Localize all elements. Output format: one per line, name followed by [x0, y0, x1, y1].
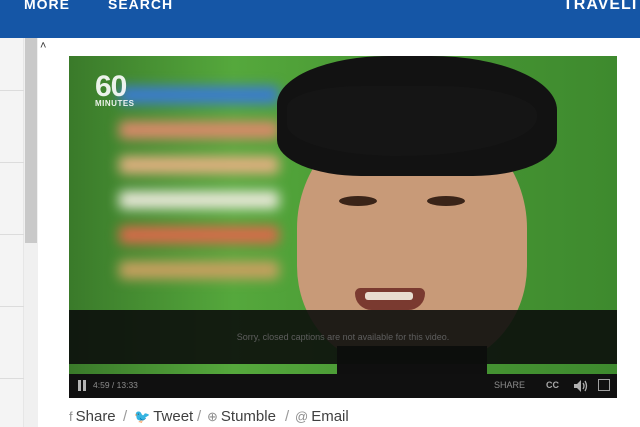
- volume-icon[interactable]: [573, 379, 589, 393]
- share-twitter-button[interactable]: 🐦 Tweet: [134, 408, 193, 425]
- rail-divider: [0, 378, 24, 379]
- caption-overlay: Sorry, closed captions are not available…: [69, 310, 617, 364]
- scrollbar-thumb[interactable]: [25, 38, 37, 243]
- nav-search-link[interactable]: SEARCH: [108, 0, 173, 12]
- video-frame[interactable]: 60 MINUTES Sorry, closed captions are no…: [69, 56, 617, 398]
- scroll-gutter: [38, 38, 52, 427]
- sixty-minutes-logo: 60 MINUTES: [95, 70, 149, 108]
- vertical-scrollbar[interactable]: [24, 38, 38, 427]
- tweet-label: Tweet: [153, 408, 194, 425]
- nav-brand-link[interactable]: TRAVELI: [563, 0, 637, 14]
- share-facebook-button[interactable]: f Share: [69, 408, 116, 425]
- share-separator: /: [197, 408, 202, 425]
- share-separator: /: [285, 408, 290, 425]
- email-label: Email: [311, 408, 349, 425]
- player-controls: 4:59 / 13:33 SHARE CC: [69, 374, 617, 398]
- rail-divider: [0, 234, 24, 235]
- rail-divider: [0, 162, 24, 163]
- logo-word: MINUTES: [95, 99, 135, 108]
- stumble-label: Stumble: [220, 408, 276, 425]
- rail-divider: [0, 90, 24, 91]
- twitter-icon: 🐦: [134, 409, 151, 424]
- rail-divider: [0, 306, 24, 307]
- pause-icon[interactable]: [78, 380, 86, 391]
- email-icon: @: [295, 409, 309, 424]
- share-email-button[interactable]: @ Email: [295, 408, 349, 425]
- top-navigation-bar: MORE SEARCH TRAVELI: [0, 0, 640, 38]
- closed-captions-button[interactable]: CC: [546, 380, 559, 390]
- time-display: 4:59 / 13:33: [93, 380, 138, 390]
- share-label: Share: [75, 408, 116, 425]
- scroll-up-arrow-icon[interactable]: ˄: [40, 40, 46, 52]
- video-player[interactable]: 60 MINUTES Sorry, closed captions are no…: [69, 56, 617, 398]
- share-separator: /: [123, 408, 128, 425]
- fullscreen-icon[interactable]: [598, 379, 610, 391]
- caption-message: Sorry, closed captions are not available…: [236, 332, 450, 342]
- stumbleupon-icon: ⊕: [207, 409, 218, 424]
- nav-more-link[interactable]: MORE: [24, 0, 70, 12]
- left-rail: [0, 38, 24, 427]
- player-share-button[interactable]: SHARE: [494, 380, 525, 390]
- share-stumble-button[interactable]: ⊕ Stumble: [207, 408, 276, 425]
- facebook-icon: f: [69, 409, 73, 424]
